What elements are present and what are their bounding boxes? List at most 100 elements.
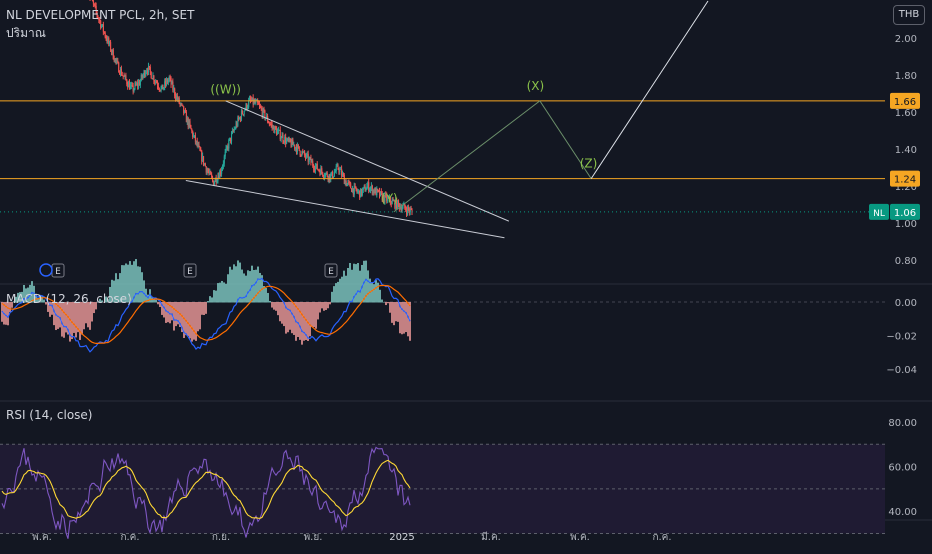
macd-histogram-bar	[239, 262, 241, 303]
currency-button[interactable]: THB	[893, 5, 925, 25]
macd-histogram-bar	[89, 302, 91, 330]
macd-histogram-bar	[165, 302, 167, 323]
candle-body	[181, 103, 183, 105]
macd-histogram-bar	[265, 287, 267, 303]
macd-histogram-bar	[175, 302, 177, 327]
macd-histogram-bar	[249, 271, 251, 303]
wave-label: (Y)	[381, 192, 398, 206]
macd-histogram-bar	[235, 266, 237, 303]
macd-histogram-bar	[315, 302, 317, 329]
candle-body	[204, 163, 206, 167]
macd-histogram-bar	[223, 282, 225, 303]
earnings-marker: E	[187, 267, 193, 277]
macd-histogram-bar	[215, 290, 217, 303]
macd-histogram-bar	[61, 302, 63, 337]
last-price-label: 1.06	[894, 208, 916, 219]
macd-histogram-bar	[197, 302, 199, 332]
macd-histogram-bar	[233, 264, 235, 303]
macd-histogram-bar	[245, 275, 247, 303]
candle-body	[335, 166, 337, 172]
macd-histogram-bar	[271, 302, 273, 308]
candle-body	[280, 137, 282, 140]
macd-histogram-bar	[199, 302, 201, 330]
macd-histogram-bar	[259, 272, 261, 303]
macd-histogram-bar	[299, 302, 301, 340]
macd-histogram-bar	[349, 263, 351, 303]
macd-histogram-bar	[303, 302, 305, 341]
macd-histogram-bar	[389, 302, 391, 313]
candle-body	[365, 189, 367, 192]
macd-histogram-bar	[297, 302, 299, 338]
candle-body	[321, 168, 323, 173]
macd-histogram-bar	[387, 302, 389, 304]
macd-histogram-bar	[213, 290, 215, 303]
macd-histogram-bar	[231, 269, 233, 303]
macd-histogram-bar	[257, 266, 259, 303]
price-axis-tick: 1.40	[895, 145, 917, 156]
price-line-label: 1.66	[894, 97, 916, 108]
macd-histogram-bar	[371, 282, 373, 303]
macd-histogram-bar	[205, 302, 207, 314]
symbol-badge: NL	[873, 209, 885, 219]
macd-histogram-bar	[301, 302, 303, 345]
macd-histogram-bar	[405, 302, 407, 333]
macd-histogram-bar	[155, 299, 157, 303]
wave-label: ((W))	[210, 83, 241, 97]
macd-histogram-bar	[229, 266, 231, 303]
price-axis-tick: 1.60	[895, 108, 917, 119]
macd-histogram-bar	[203, 302, 205, 316]
earnings-marker: E	[328, 267, 334, 277]
time-axis-label: ก.ค.	[120, 532, 139, 543]
candle-body	[102, 24, 104, 32]
macd-histogram-bar	[173, 302, 175, 331]
macd-histogram-bar	[221, 280, 223, 303]
macd-histogram-bar	[357, 262, 359, 303]
macd-histogram-bar	[311, 302, 313, 327]
price-axis-tick: 0.80	[895, 256, 917, 267]
macd-histogram-bar	[361, 264, 363, 303]
candle-body	[333, 172, 335, 177]
time-axis-label: พ.ค.	[570, 532, 590, 543]
chart-canvas[interactable]: 2.001.801.601.401.201.000.801.661.24NL 1.…	[0, 0, 932, 554]
symbol-title: NL DEVELOPMENT PCL, 2h, SET	[6, 8, 195, 22]
time-axis-label: ก.ค.	[652, 532, 671, 543]
macd-histogram-bar	[317, 302, 319, 320]
macd-histogram-bar	[187, 302, 189, 337]
macd-histogram-bar	[277, 302, 279, 316]
time-axis-label: พ.ค.	[32, 532, 52, 543]
macd-histogram-bar	[325, 302, 327, 310]
macd-histogram-bar	[141, 272, 143, 303]
candle-body	[213, 181, 215, 186]
macd-histogram-bar	[331, 291, 333, 303]
macd-histogram-bar	[397, 302, 399, 322]
macd-histogram-bar	[291, 302, 293, 334]
price-axis-tick: 2.00	[895, 34, 917, 45]
macd-histogram-bar	[281, 302, 283, 324]
chart-root[interactable]: 2.00 1.80 1.60 1.40 1.20 1.00 0.80 1.66 1.24 NL 1.…	[0, 0, 932, 554]
candle-body	[150, 71, 152, 79]
macd-histogram-bar	[367, 270, 369, 303]
macd-histogram-bar	[255, 269, 257, 303]
macd-histogram-bar	[143, 280, 145, 303]
macd-histogram-bar	[279, 302, 281, 322]
earnings-marker: E	[55, 267, 61, 277]
candle-body	[248, 100, 250, 108]
price-line-label: 1.24	[894, 175, 916, 186]
time-axis-label: พ.ย.	[304, 532, 323, 543]
macd-histogram-bar	[207, 300, 209, 303]
macd-axis-tick: −0.02	[886, 332, 917, 343]
candle-body	[228, 140, 230, 149]
macd-histogram-bar	[79, 302, 81, 340]
macd-histogram-bar	[341, 276, 343, 303]
candle-body	[298, 146, 300, 151]
macd-histogram-bar	[73, 302, 75, 333]
macd-histogram-bar	[219, 282, 221, 303]
candle-body	[189, 121, 191, 126]
macd-histogram-bar	[267, 292, 269, 303]
candle-body	[350, 183, 352, 189]
macd-histogram-bar	[227, 274, 229, 303]
macd-histogram-bar	[395, 302, 397, 322]
macd-histogram-bar	[385, 302, 387, 306]
macd-histogram-bar	[135, 259, 137, 303]
rsi-axis-tick: 60.00	[888, 463, 917, 474]
